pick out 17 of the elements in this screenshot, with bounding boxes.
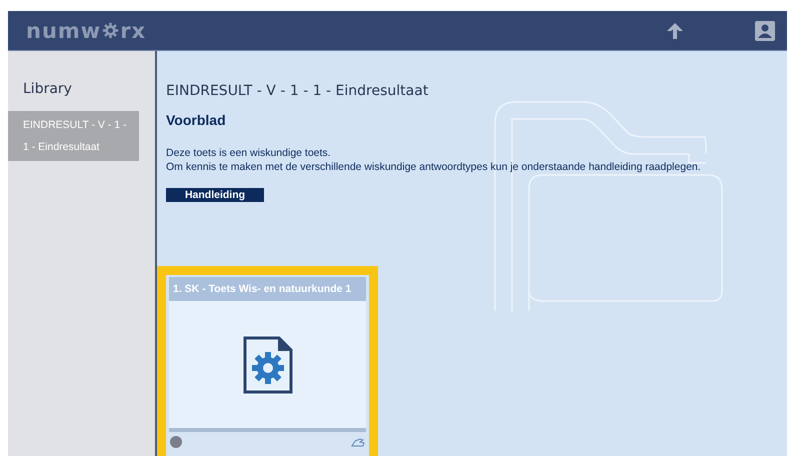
hand-icon	[351, 436, 365, 448]
document-gear-icon	[242, 336, 292, 394]
page-title: EINDRESULT - V - 1 - 1 - Eindresultaat	[166, 83, 428, 99]
card-title: 1. SK - Toets Wis- en natuurkunde 1	[169, 277, 366, 301]
sidebar-title: Library	[22, 81, 73, 97]
status-dot-icon	[170, 436, 182, 448]
gear-icon	[102, 22, 120, 39]
upload-arrow-icon[interactable]	[666, 22, 684, 40]
user-icon[interactable]	[755, 20, 775, 40]
paragraph: Om kennis te maken met de verschillende wiskundige antwoordtypes kun je onderstaande handleiding raadplegen.	[166, 160, 701, 174]
paragraph: Deze toets is een wiskundige toets.	[166, 146, 332, 160]
section-heading: Voorblad	[166, 112, 226, 128]
logo-text: numw	[26, 18, 102, 42]
test-card[interactable]: 1. SK - Toets Wis- en natuurkunde 1	[157, 266, 378, 456]
sidebar-item[interactable]: EINDRESULT - V - 1 - 1 - Eindresultaat	[8, 111, 139, 161]
manual-button[interactable]: Handleiding	[166, 188, 264, 202]
logo-text: rx	[120, 18, 146, 42]
